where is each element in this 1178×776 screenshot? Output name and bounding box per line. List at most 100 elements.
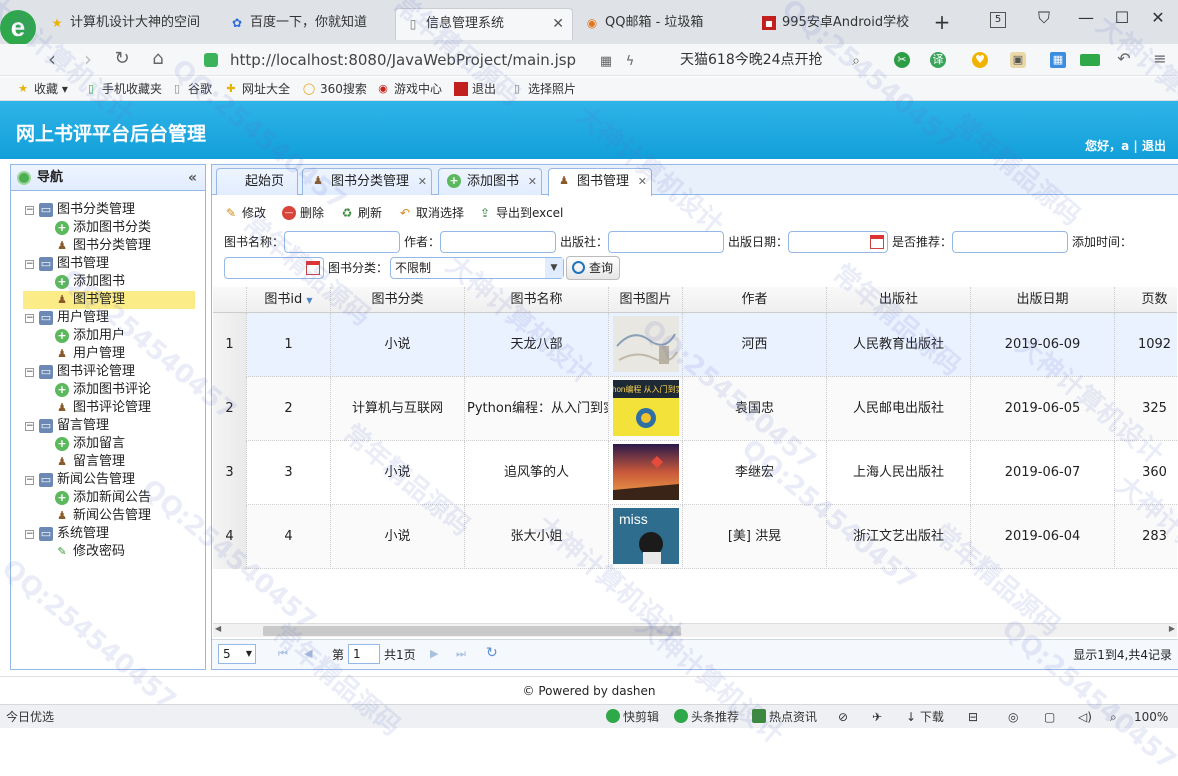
close-tab-icon[interactable]: ✕ <box>418 169 427 194</box>
close-tab-icon[interactable]: ✕ <box>552 9 564 39</box>
browser-tab-1[interactable]: ★ 计算机设计大神的空间 <box>40 8 220 40</box>
browser-tab-active[interactable]: ▯ 信息管理系统 ✕ <box>395 8 573 40</box>
column-header[interactable]: 图书名称 <box>465 287 609 313</box>
delete-button[interactable]: — 删除 <box>280 203 324 223</box>
collapse-icon[interactable]: − <box>25 368 34 377</box>
author-input[interactable] <box>440 231 556 253</box>
tab-count-badge[interactable]: 5 <box>990 12 1006 28</box>
nav-item[interactable]: ♟ 新闻公告管理 <box>11 507 205 525</box>
browser-tab-5[interactable]: ▪ 995安卓Android学校 <box>752 8 920 40</box>
table-row[interactable]: 1 1 小说 天龙八部 河西 人民教育出版社 2019-06-09 1092 <box>213 313 1177 377</box>
zoom-search-icon[interactable]: ⌕ <box>1110 709 1117 725</box>
nav-item[interactable]: + 添加新闻公告 <box>11 489 205 507</box>
new-tab-button[interactable]: + <box>932 10 952 34</box>
home-icon[interactable]: ⌂ <box>146 48 170 70</box>
nav-item[interactable]: + 添加图书分类 <box>11 219 205 237</box>
category-select[interactable]: 不限制 ▼ <box>390 257 564 279</box>
nav-item[interactable]: + 添加留言 <box>11 435 205 453</box>
forward-icon[interactable]: › <box>76 48 100 70</box>
bookmark-google[interactable]: ▯ 谷歌 <box>170 81 212 97</box>
query-button[interactable]: 查询 <box>566 256 620 280</box>
bookmark-favorites[interactable]: ★ 收藏 ▾ <box>16 81 68 97</box>
user-greeting-logout[interactable]: 您好，a | 退出 <box>1085 137 1166 154</box>
today-picks[interactable]: 今日优选 <box>6 709 54 725</box>
bookmark-mobile[interactable]: ▯ 手机收藏夹 <box>84 81 162 97</box>
sort-desc-icon[interactable]: ▼ <box>306 296 312 305</box>
tab-book-category-manage[interactable]: ♟ 图书分类管理 ✕ <box>302 168 432 195</box>
browser-tab-2[interactable]: ✿ 百度一下，你就知道 <box>220 8 395 40</box>
calendar-icon[interactable] <box>306 261 320 275</box>
status-icon-4[interactable]: ◎ <box>1008 709 1018 725</box>
table-row[interactable]: 3 3 小说 追风筝的人 李继宏 上海人民出版社 2019-06-07 360 <box>213 441 1177 505</box>
status-clip[interactable]: 快剪辑 <box>606 709 659 725</box>
table-row[interactable]: 4 4 小说 张大小姐 miss [美] 洪晃 浙江文艺出版社 2019-06-04 283 <box>213 505 1177 569</box>
tab-add-book[interactable]: + 添加图书 ✕ <box>438 168 542 195</box>
status-icon-5[interactable]: ▢ <box>1044 709 1055 725</box>
nav-item[interactable]: ♟ 留言管理 <box>11 453 205 471</box>
menu-icon[interactable]: ≡ <box>1148 48 1172 70</box>
nav-item[interactable]: + 添加图书 <box>11 273 205 291</box>
tab-home[interactable]: 起始页 <box>216 168 298 195</box>
edit-button[interactable]: ✎ 修改 <box>222 203 266 223</box>
status-headlines[interactable]: 头条推荐 <box>674 709 739 725</box>
page-number-input[interactable]: 1 <box>348 644 380 664</box>
nav-group[interactable]: − ▭ 图书管理 <box>11 255 205 273</box>
page-size-select[interactable]: 5 ▼ <box>218 644 256 664</box>
horizontal-scrollbar[interactable]: ◀ ▶ <box>213 623 1177 637</box>
column-header[interactable]: 出版社 <box>827 287 971 313</box>
nav-item[interactable]: ♟ 用户管理 <box>11 345 205 363</box>
browser-logo-icon[interactable]: e <box>0 10 36 46</box>
lightning-icon[interactable]: ϟ <box>618 51 642 73</box>
column-header[interactable]: 图书图片 <box>609 287 683 313</box>
scroll-left-icon[interactable]: ◀ <box>215 624 221 633</box>
deselect-button[interactable]: ↶ 取消选择 <box>396 203 464 223</box>
collapse-icon[interactable]: − <box>25 314 34 323</box>
status-icon-2[interactable]: ✈ <box>872 709 882 725</box>
image-icon[interactable]: ▣ <box>1010 52 1026 68</box>
recommend-input[interactable] <box>952 231 1068 253</box>
calendar-icon[interactable] <box>870 235 884 249</box>
add-time-input[interactable] <box>224 257 324 279</box>
status-download[interactable]: ↓ 下载 <box>906 709 944 725</box>
nav-group[interactable]: − ▭ 用户管理 <box>11 309 205 327</box>
nav-item[interactable]: ♟ 图书评论管理 <box>11 399 205 417</box>
scroll-thumb[interactable] <box>263 626 681 636</box>
bookmark-logout[interactable]: 退出 <box>454 81 496 97</box>
battery-icon[interactable] <box>1080 54 1100 66</box>
column-header[interactable]: 作者 <box>683 287 827 313</box>
publisher-input[interactable] <box>608 231 724 253</box>
bookmark-photo[interactable]: ▯ 选择照片 <box>510 81 576 97</box>
collapse-icon[interactable]: − <box>25 260 34 269</box>
column-header[interactable]: 页数 <box>1115 287 1177 313</box>
bookmark-games[interactable]: ◉ 游戏中心 <box>376 81 442 97</box>
close-tab-icon[interactable]: ✕ <box>638 169 647 194</box>
undo-icon[interactable]: ↶ <box>1112 48 1136 70</box>
collapse-sidebar-icon[interactable]: « <box>188 165 197 191</box>
nav-item[interactable]: + 添加用户 <box>11 327 205 345</box>
status-icon-3[interactable]: ⊟ <box>968 709 978 725</box>
zoom-level[interactable]: 100% <box>1134 709 1168 725</box>
prev-page-icon[interactable]: ◀ <box>304 647 312 660</box>
nav-group[interactable]: − ▭ 新闻公告管理 <box>11 471 205 489</box>
minimize-icon[interactable]: — <box>1076 8 1096 27</box>
shirt-icon[interactable]: ⛉ <box>1034 8 1054 28</box>
collapse-icon[interactable]: − <box>25 422 34 431</box>
nav-group[interactable]: − ▭ 系统管理 <box>11 525 205 543</box>
reload-icon[interactable]: ↻ <box>110 48 134 70</box>
nav-item[interactable]: ✎ 修改密码 <box>11 543 205 561</box>
nav-item[interactable]: ♟ 图书分类管理 <box>11 237 205 255</box>
export-excel-button[interactable]: ⇪ 导出到excel <box>476 203 563 223</box>
bookmark-360[interactable]: ◯ 360搜索 <box>302 81 367 97</box>
collapse-icon[interactable]: − <box>25 530 34 539</box>
scroll-right-icon[interactable]: ▶ <box>1169 624 1175 633</box>
column-header[interactable]: 图书id ▼ <box>247 287 331 313</box>
publish-date-input[interactable] <box>788 231 888 253</box>
reload-page-icon[interactable]: ↻ <box>486 645 498 661</box>
column-header[interactable]: 图书分类 <box>331 287 465 313</box>
close-window-icon[interactable]: ✕ <box>1148 8 1168 27</box>
status-news[interactable]: 热点资讯 <box>752 709 817 725</box>
nav-item[interactable]: + 添加图书评论 <box>11 381 205 399</box>
next-page-icon[interactable]: ▶ <box>430 647 438 660</box>
apps-icon[interactable]: ▦ <box>1050 52 1066 68</box>
first-page-icon[interactable]: ⏮ <box>278 647 288 661</box>
